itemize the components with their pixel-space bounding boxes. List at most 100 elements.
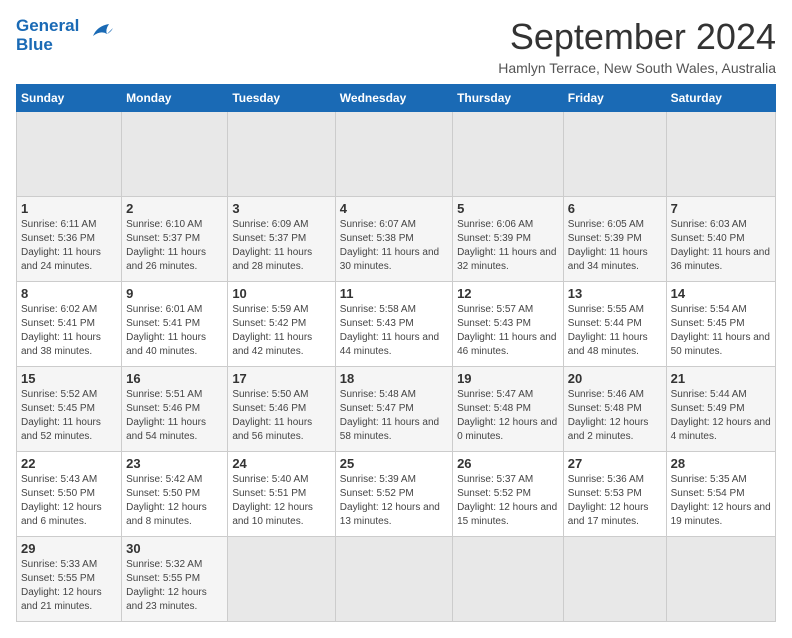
calendar-subtitle: Hamlyn Terrace, New South Wales, Austral… bbox=[498, 60, 776, 76]
calendar-cell: 6 Sunrise: 6:05 AMSunset: 5:39 PMDaylight… bbox=[563, 197, 666, 282]
calendar-cell bbox=[453, 112, 564, 197]
day-detail: Sunrise: 6:10 AMSunset: 5:37 PMDaylight:… bbox=[126, 218, 223, 274]
day-number: 24 bbox=[232, 456, 330, 471]
day-detail: Sunrise: 6:05 AMSunset: 5:39 PMDaylight:… bbox=[568, 218, 662, 274]
calendar-cell: 9 Sunrise: 6:01 AMSunset: 5:41 PMDaylight… bbox=[122, 282, 228, 367]
day-number: 15 bbox=[21, 371, 117, 386]
day-number: 22 bbox=[21, 456, 117, 471]
calendar-week-row: 29 Sunrise: 5:33 AMSunset: 5:55 PMDayligh… bbox=[17, 537, 776, 622]
day-number: 6 bbox=[568, 201, 662, 216]
day-number: 12 bbox=[457, 286, 559, 301]
day-number: 20 bbox=[568, 371, 662, 386]
day-detail: Sunrise: 5:32 AMSunset: 5:55 PMDaylight:… bbox=[126, 558, 223, 614]
day-number: 2 bbox=[126, 201, 223, 216]
logo-line1: General bbox=[16, 17, 79, 36]
day-detail: Sunrise: 5:47 AMSunset: 5:48 PMDaylight:… bbox=[457, 388, 559, 444]
day-detail: Sunrise: 5:58 AMSunset: 5:43 PMDaylight:… bbox=[340, 303, 448, 359]
calendar-cell: 25 Sunrise: 5:39 AMSunset: 5:52 PMDayligh… bbox=[335, 452, 452, 537]
day-number: 29 bbox=[21, 541, 117, 556]
calendar-cell: 7 Sunrise: 6:03 AMSunset: 5:40 PMDaylight… bbox=[666, 197, 775, 282]
calendar-cell bbox=[666, 537, 775, 622]
day-number: 26 bbox=[457, 456, 559, 471]
calendar-cell: 29 Sunrise: 5:33 AMSunset: 5:55 PMDayligh… bbox=[17, 537, 122, 622]
calendar-cell: 30 Sunrise: 5:32 AMSunset: 5:55 PMDayligh… bbox=[122, 537, 228, 622]
calendar-cell bbox=[228, 537, 335, 622]
day-number: 9 bbox=[126, 286, 223, 301]
day-detail: Sunrise: 6:02 AMSunset: 5:41 PMDaylight:… bbox=[21, 303, 117, 359]
day-detail: Sunrise: 5:40 AMSunset: 5:51 PMDaylight:… bbox=[232, 473, 330, 529]
day-detail: Sunrise: 6:11 AMSunset: 5:36 PMDaylight:… bbox=[21, 218, 117, 274]
day-detail: Sunrise: 5:39 AMSunset: 5:52 PMDaylight:… bbox=[340, 473, 448, 529]
calendar-cell: 3Sunrise: 6:09 AMSunset: 5:37 PMDaylight… bbox=[228, 197, 335, 282]
title-section: September 2024 Hamlyn Terrace, New South… bbox=[498, 16, 776, 76]
day-detail: Sunrise: 6:01 AMSunset: 5:41 PMDaylight:… bbox=[126, 303, 223, 359]
day-detail: Sunrise: 6:07 AMSunset: 5:38 PMDaylight:… bbox=[340, 218, 448, 274]
calendar-title: September 2024 bbox=[498, 16, 776, 58]
weekday-header-wednesday: Wednesday bbox=[335, 85, 452, 112]
calendar-cell: 27 Sunrise: 5:36 AMSunset: 5:53 PMDayligh… bbox=[563, 452, 666, 537]
day-detail: Sunrise: 5:48 AMSunset: 5:47 PMDaylight:… bbox=[340, 388, 448, 444]
day-number: 28 bbox=[671, 456, 771, 471]
day-detail: Sunrise: 5:50 AMSunset: 5:46 PMDaylight:… bbox=[232, 388, 330, 444]
calendar-cell: 24 Sunrise: 5:40 AMSunset: 5:51 PMDayligh… bbox=[228, 452, 335, 537]
calendar-cell: 14Sunrise: 5:54 AMSunset: 5:45 PMDayligh… bbox=[666, 282, 775, 367]
day-number: 1 bbox=[21, 201, 117, 216]
calendar-week-row: 8 Sunrise: 6:02 AMSunset: 5:41 PMDaylight… bbox=[17, 282, 776, 367]
day-detail: Sunrise: 5:43 AMSunset: 5:50 PMDaylight:… bbox=[21, 473, 117, 529]
day-number: 13 bbox=[568, 286, 662, 301]
day-number: 21 bbox=[671, 371, 771, 386]
day-number: 16 bbox=[126, 371, 223, 386]
calendar-cell: 28 Sunrise: 5:35 AMSunset: 5:54 PMDayligh… bbox=[666, 452, 775, 537]
day-detail: Sunrise: 5:33 AMSunset: 5:55 PMDaylight:… bbox=[21, 558, 117, 614]
calendar-cell: 13 Sunrise: 5:55 AMSunset: 5:44 PMDayligh… bbox=[563, 282, 666, 367]
calendar-cell: 17 Sunrise: 5:50 AMSunset: 5:46 PMDayligh… bbox=[228, 367, 335, 452]
day-number: 27 bbox=[568, 456, 662, 471]
day-number: 11 bbox=[340, 286, 448, 301]
day-detail: Sunrise: 5:52 AMSunset: 5:45 PMDaylight:… bbox=[21, 388, 117, 444]
calendar-cell: 4 Sunrise: 6:07 AMSunset: 5:38 PMDaylight… bbox=[335, 197, 452, 282]
day-number: 18 bbox=[340, 371, 448, 386]
logo-line2: Blue bbox=[16, 36, 79, 55]
calendar-week-row bbox=[17, 112, 776, 197]
calendar-cell: 1 Sunrise: 6:11 AMSunset: 5:36 PMDaylight… bbox=[17, 197, 122, 282]
calendar-week-row: 22 Sunrise: 5:43 AMSunset: 5:50 PMDayligh… bbox=[17, 452, 776, 537]
day-detail: Sunrise: 5:46 AMSunset: 5:48 PMDaylight:… bbox=[568, 388, 662, 444]
calendar-table: SundayMondayTuesdayWednesdayThursdayFrid… bbox=[16, 84, 776, 622]
day-detail: Sunrise: 5:44 AMSunset: 5:49 PMDaylight:… bbox=[671, 388, 771, 444]
calendar-cell bbox=[453, 537, 564, 622]
day-detail: Sunrise: 6:03 AMSunset: 5:40 PMDaylight:… bbox=[671, 218, 771, 274]
day-number: 10 bbox=[232, 286, 330, 301]
day-number: 7 bbox=[671, 201, 771, 216]
weekday-header-friday: Friday bbox=[563, 85, 666, 112]
calendar-cell bbox=[122, 112, 228, 197]
calendar-week-row: 15 Sunrise: 5:52 AMSunset: 5:45 PMDayligh… bbox=[17, 367, 776, 452]
day-number: 4 bbox=[340, 201, 448, 216]
day-detail: Sunrise: 5:37 AMSunset: 5:52 PMDaylight:… bbox=[457, 473, 559, 529]
calendar-cell bbox=[335, 537, 452, 622]
day-number: 8 bbox=[21, 286, 117, 301]
day-detail: Sunrise: 6:09 AMSunset: 5:37 PMDaylight:… bbox=[232, 218, 330, 274]
logo: General Blue bbox=[16, 16, 117, 55]
calendar-cell bbox=[666, 112, 775, 197]
day-detail: Sunrise: 5:51 AMSunset: 5:46 PMDaylight:… bbox=[126, 388, 223, 444]
calendar-week-row: 1 Sunrise: 6:11 AMSunset: 5:36 PMDaylight… bbox=[17, 197, 776, 282]
calendar-cell: 16 Sunrise: 5:51 AMSunset: 5:46 PMDayligh… bbox=[122, 367, 228, 452]
calendar-cell: 23Sunrise: 5:42 AMSunset: 5:50 PMDayligh… bbox=[122, 452, 228, 537]
calendar-cell: 20 Sunrise: 5:46 AMSunset: 5:48 PMDayligh… bbox=[563, 367, 666, 452]
day-number: 25 bbox=[340, 456, 448, 471]
weekday-header-sunday: Sunday bbox=[17, 85, 122, 112]
calendar-cell: 11 Sunrise: 5:58 AMSunset: 5:43 PMDayligh… bbox=[335, 282, 452, 367]
calendar-cell bbox=[563, 537, 666, 622]
calendar-cell bbox=[335, 112, 452, 197]
calendar-cell: 19Sunrise: 5:47 AMSunset: 5:48 PMDayligh… bbox=[453, 367, 564, 452]
day-detail: Sunrise: 5:36 AMSunset: 5:53 PMDaylight:… bbox=[568, 473, 662, 529]
day-detail: Sunrise: 5:57 AMSunset: 5:43 PMDaylight:… bbox=[457, 303, 559, 359]
day-detail: Sunrise: 5:35 AMSunset: 5:54 PMDaylight:… bbox=[671, 473, 771, 529]
weekday-header-thursday: Thursday bbox=[453, 85, 564, 112]
calendar-cell: 2 Sunrise: 6:10 AMSunset: 5:37 PMDaylight… bbox=[122, 197, 228, 282]
day-number: 30 bbox=[126, 541, 223, 556]
calendar-cell: 15 Sunrise: 5:52 AMSunset: 5:45 PMDayligh… bbox=[17, 367, 122, 452]
day-detail: Sunrise: 5:55 AMSunset: 5:44 PMDaylight:… bbox=[568, 303, 662, 359]
day-number: 17 bbox=[232, 371, 330, 386]
calendar-cell bbox=[17, 112, 122, 197]
